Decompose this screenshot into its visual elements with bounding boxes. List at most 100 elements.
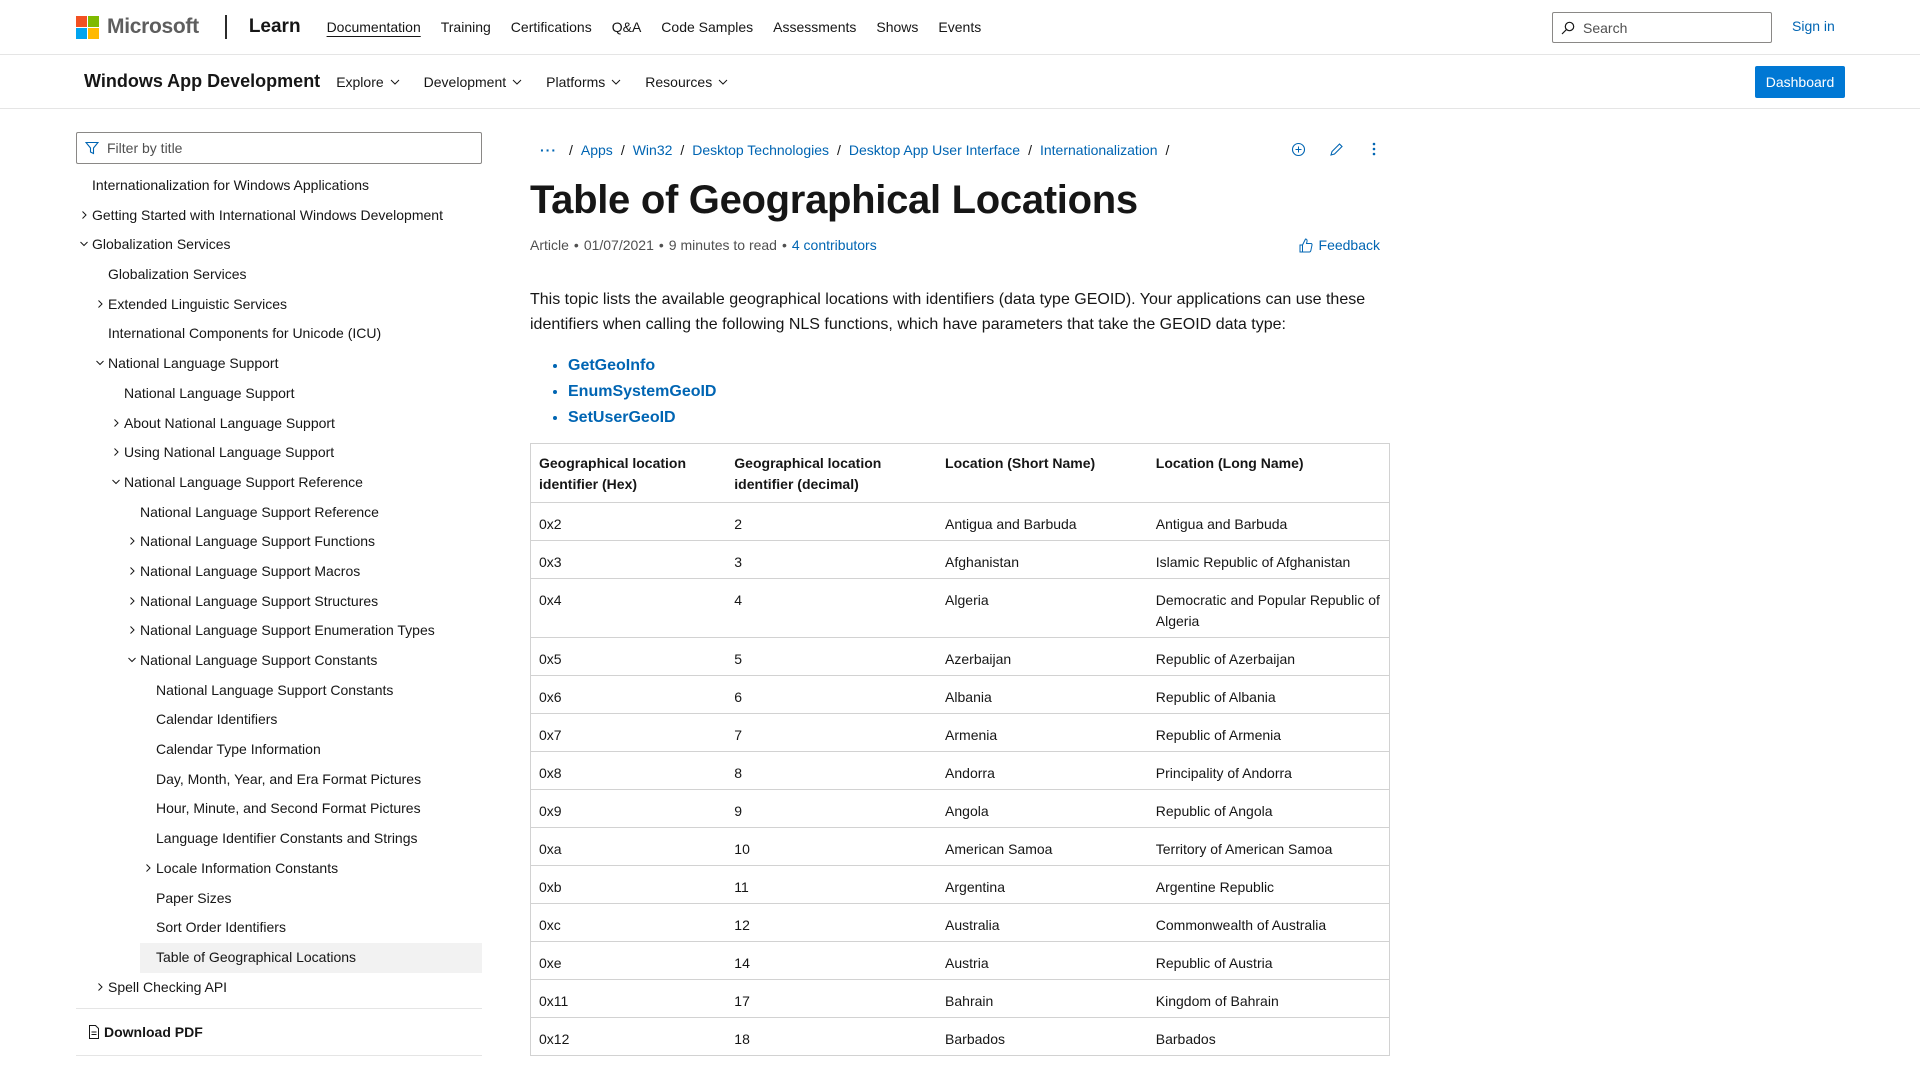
column-header-short-name: Location (Short Name)	[937, 443, 1148, 503]
chevron-down-icon[interactable]	[126, 646, 138, 676]
chevron-right-icon[interactable]	[94, 290, 106, 320]
nav-certifications[interactable]: Certifications	[511, 19, 592, 35]
toc-item[interactable]: Day, Month, Year, and Era Format Picture…	[76, 765, 482, 795]
chevron-right-icon[interactable]	[94, 973, 106, 1003]
dashboard-button[interactable]: Dashboard	[1755, 66, 1845, 98]
chevron-down-icon[interactable]	[78, 230, 90, 260]
toc-item[interactable]: Hour, Minute, and Second Format Pictures	[76, 794, 482, 824]
table-cell: 0x12	[530, 1017, 727, 1056]
table-cell: Republic of Austria	[1147, 941, 1390, 980]
menu-development[interactable]: Development	[424, 74, 523, 90]
toc-item[interactable]: International Components for Unicode (IC…	[76, 319, 482, 349]
nav-events[interactable]: Events	[938, 19, 981, 35]
toc-item[interactable]: National Language Support Macros	[76, 557, 482, 587]
toc-item[interactable]: About National Language Support	[76, 409, 482, 439]
toc-item[interactable]: National Language Support	[76, 349, 482, 379]
chevron-down-icon[interactable]	[110, 468, 122, 498]
menu-explore[interactable]: Explore	[336, 74, 400, 90]
toc-item-label: About National Language Support	[124, 414, 335, 431]
filter-input[interactable]	[107, 140, 467, 156]
link-enumsystemgeoid[interactable]: EnumSystemGeoID	[568, 383, 716, 400]
table-cell: 3	[726, 540, 938, 579]
nav-documentation[interactable]: Documentation	[327, 19, 421, 35]
nav-assessments[interactable]: Assessments	[773, 19, 856, 35]
chevron-right-icon[interactable]	[110, 409, 122, 439]
breadcrumb-internationalization[interactable]: Internationalization	[1040, 142, 1158, 158]
table-cell: Albania	[937, 675, 1148, 714]
toc-item[interactable]: Language Identifier Constants and String…	[76, 824, 482, 854]
list-item: GetGeoInfo	[568, 353, 1390, 379]
chevron-down-icon[interactable]	[94, 349, 106, 379]
search-input[interactable]	[1583, 19, 1753, 36]
breadcrumb-desktop-technologies[interactable]: Desktop Technologies	[692, 142, 829, 158]
toc-item[interactable]: National Language Support Constants	[76, 646, 482, 676]
nav-qa[interactable]: Q&A	[612, 19, 642, 35]
menu-resources[interactable]: Resources	[645, 74, 728, 90]
table-cell: 0xc	[530, 903, 727, 942]
product-title[interactable]: Windows App Development	[84, 71, 320, 92]
toc-item-label: Internationalization for Windows Applica…	[92, 177, 370, 193]
chevron-right-icon[interactable]	[126, 616, 138, 646]
toc-item[interactable]: Calendar Identifiers	[76, 705, 482, 735]
link-getgeoinfo[interactable]: GetGeoInfo	[568, 357, 655, 374]
breadcrumb-desktop-app-ui[interactable]: Desktop App User Interface	[849, 142, 1020, 158]
breadcrumb-win32[interactable]: Win32	[633, 142, 673, 158]
chevron-right-icon[interactable]	[142, 854, 154, 884]
table-cell: 0x6	[530, 675, 727, 714]
toc-item[interactable]: Using National Language Support	[76, 438, 482, 468]
chevron-right-icon[interactable]	[126, 557, 138, 587]
toc-item[interactable]: Locale Information Constants	[76, 854, 482, 884]
nav-shows[interactable]: Shows	[876, 19, 918, 35]
table-row: 0xa 10 American Samoa Territory of American…	[530, 827, 1390, 866]
edit-button[interactable]	[1328, 140, 1344, 158]
table-cell: 7	[726, 713, 938, 752]
nav-training[interactable]: Training	[441, 19, 491, 35]
more-options-button[interactable]	[1366, 140, 1382, 158]
toc-item[interactable]: National Language Support	[76, 379, 482, 409]
toc-item[interactable]: National Language Support Enumeration Ty…	[76, 616, 482, 646]
table-cell: Democratic and Popular Republic of Alger…	[1147, 578, 1390, 638]
toc-item[interactable]: National Language Support Reference	[76, 498, 482, 528]
nav-code-samples[interactable]: Code Samples	[661, 19, 753, 35]
toc-item[interactable]: Globalization Services	[76, 260, 482, 290]
feedback-button[interactable]: Feedback	[1299, 237, 1380, 253]
product-header: Windows App Development Explore Developm…	[0, 55, 1920, 109]
toc-item[interactable]: National Language Support Constants	[76, 676, 482, 706]
menu-label: Development	[423, 73, 507, 90]
toc-item[interactable]: Calendar Type Information	[76, 735, 482, 765]
toc-item[interactable]: National Language Support Functions	[76, 527, 482, 557]
chevron-right-icon[interactable]	[126, 587, 138, 617]
breadcrumb-more-button[interactable]: ···	[540, 142, 557, 158]
sign-in-link[interactable]: Sign in	[1792, 18, 1835, 34]
toc-item[interactable]: Table of Geographical Locations	[140, 942, 482, 973]
toc-item[interactable]: Globalization Services	[76, 230, 482, 260]
toc-item-label: Day, Month, Year, and Era Format Picture…	[156, 770, 422, 787]
toc-item-label: Calendar Type Information	[156, 741, 321, 758]
toc-item[interactable]: Spell Checking API	[76, 973, 482, 1003]
chevron-right-icon[interactable]	[78, 201, 90, 231]
learn-link[interactable]: Learn	[249, 16, 301, 38]
toc-item[interactable]: National Language Support Structures	[76, 587, 482, 617]
toc-item[interactable]: Getting Started with International Windo…	[76, 201, 482, 231]
table-cell: Azerbaijan	[937, 637, 1148, 676]
add-collection-button[interactable]	[1290, 140, 1306, 158]
toc-item[interactable]: National Language Support Reference	[76, 468, 482, 498]
download-pdf-link[interactable]: Download PDF	[76, 1009, 482, 1055]
toc-item[interactable]: Paper Sizes	[76, 884, 482, 914]
chevron-right-icon[interactable]	[110, 438, 122, 468]
toc-item-label: Language Identifier Constants and String…	[156, 830, 418, 847]
breadcrumb-apps[interactable]: Apps	[581, 142, 613, 158]
toc-item-label: Extended Linguistic Services	[108, 295, 287, 312]
toc-item[interactable]: Sort Order Identifiers	[76, 913, 482, 943]
toc-item[interactable]: Internationalization for Windows Applica…	[76, 171, 482, 201]
chevron-right-icon[interactable]	[126, 527, 138, 557]
menu-platforms[interactable]: Platforms	[546, 74, 621, 90]
article-metadata: Article • 01/07/2021 • 9 minutes to read…	[530, 237, 1390, 253]
table-cell: 0xe	[530, 941, 727, 980]
microsoft-logo[interactable]: Microsoft	[76, 15, 199, 39]
toc-item[interactable]: Extended Linguistic Services	[76, 290, 482, 320]
table-cell: 0x11	[530, 979, 727, 1018]
column-header-decimal: Geographical location identifier (decima…	[726, 443, 938, 503]
contributors-link[interactable]: 4 contributors	[792, 237, 877, 253]
link-setusergeoid[interactable]: SetUserGeoID	[568, 409, 676, 426]
